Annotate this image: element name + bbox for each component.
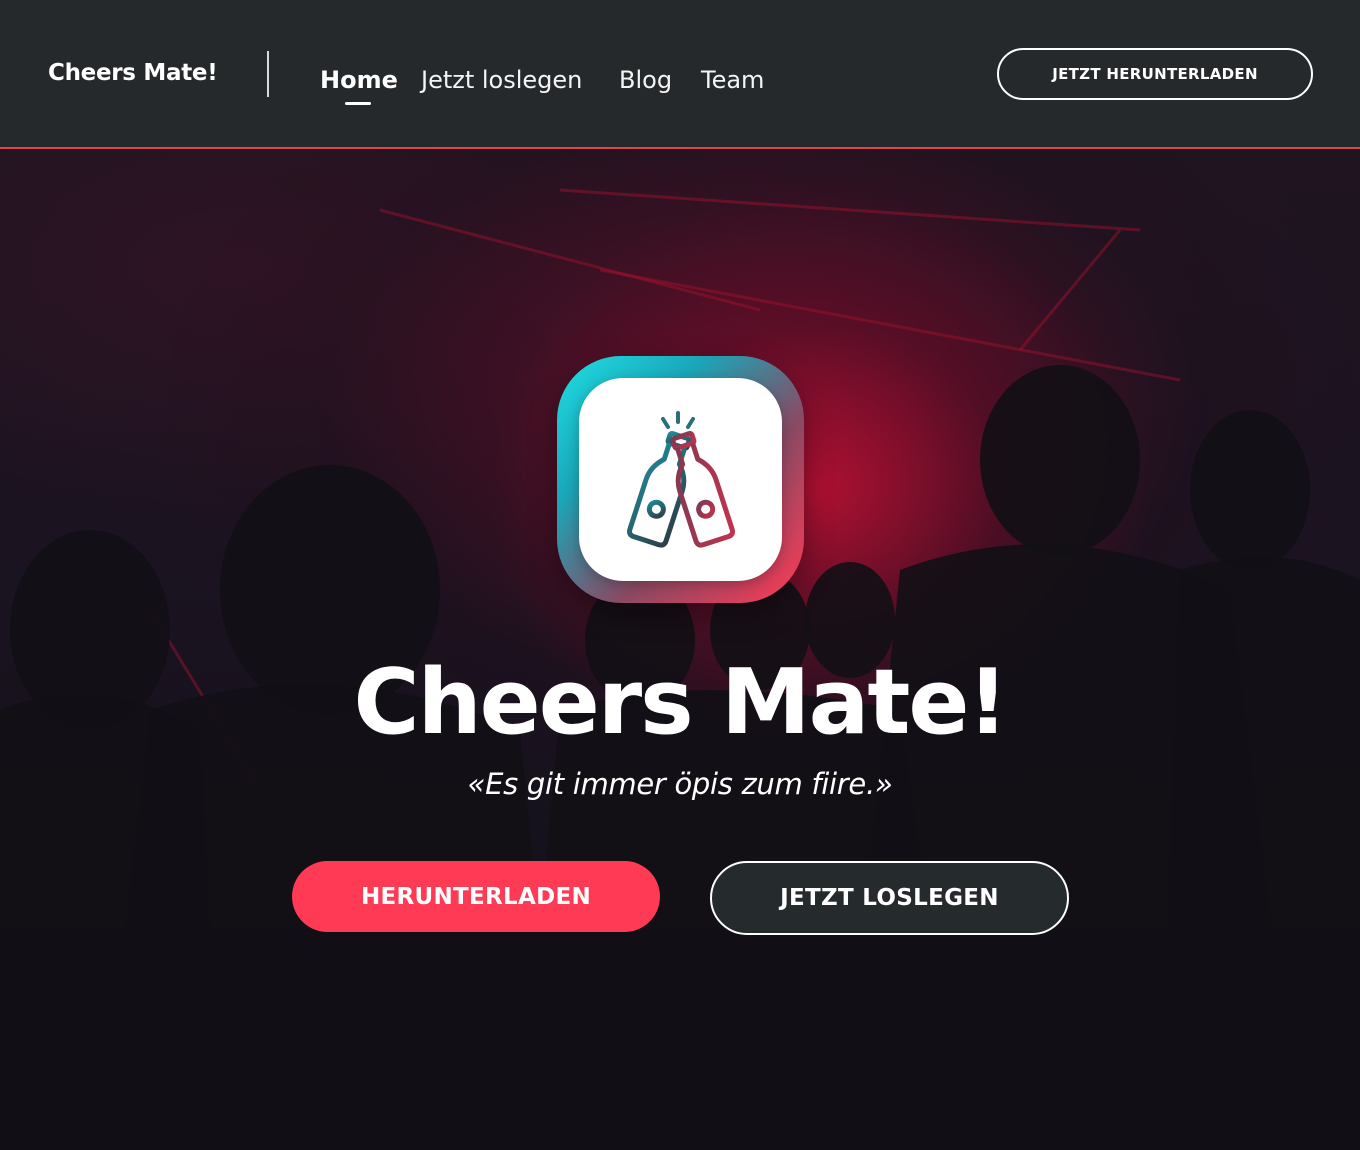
cheers-bottles-icon bbox=[626, 410, 735, 548]
site-header: Cheers Mate! Home Jetzt loslegen Blog Te… bbox=[0, 0, 1360, 149]
get-started-button[interactable]: JETZT LOSLEGEN bbox=[710, 861, 1069, 935]
nav-item-home[interactable]: Home bbox=[320, 66, 398, 105]
nav-item-team[interactable]: Team bbox=[701, 66, 764, 94]
hero-title: Cheers Mate! bbox=[353, 650, 1009, 755]
nav-item-blog[interactable]: Blog bbox=[619, 66, 672, 94]
brand-logo-text[interactable]: Cheers Mate! bbox=[48, 60, 218, 86]
download-button[interactable]: HERUNTERLADEN bbox=[292, 861, 660, 932]
hero-section: Cheers Mate! «Es git immer öpis zum fiir… bbox=[0, 150, 1360, 1150]
header-download-button[interactable]: JETZT HERUNTERLADEN bbox=[997, 48, 1313, 100]
app-icon bbox=[557, 356, 804, 603]
brand-divider bbox=[267, 51, 269, 97]
nav-item-jetzt-loslegen[interactable]: Jetzt loslegen bbox=[421, 66, 582, 94]
app-icon-inner bbox=[579, 378, 782, 581]
hero-tagline: «Es git immer öpis zum fiire.» bbox=[467, 767, 893, 801]
